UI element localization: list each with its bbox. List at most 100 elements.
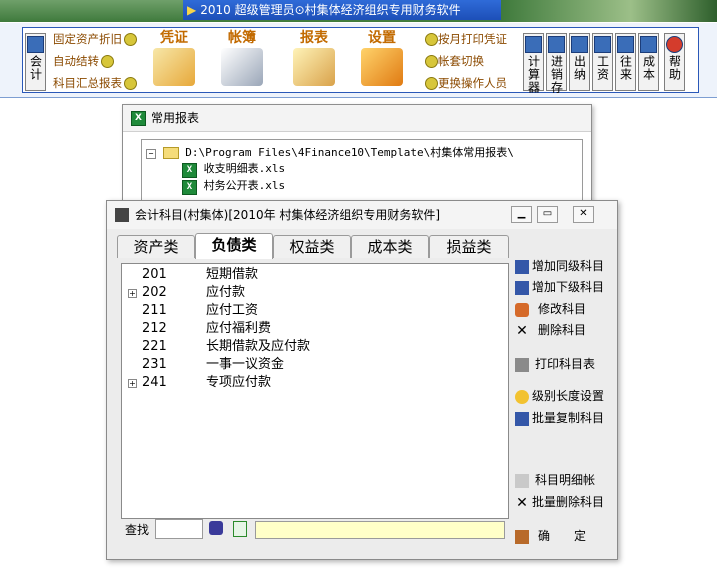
voucher-button[interactable]: 凭证 xyxy=(145,30,203,92)
settings-button[interactable]: 设置 xyxy=(353,30,411,92)
search-label: 查找 xyxy=(125,523,150,537)
title-decoration xyxy=(501,0,717,22)
close-icon xyxy=(666,36,683,53)
report-window-title: 常用报表 xyxy=(151,111,200,125)
print-voucher-button[interactable]: 按月打印凭证 xyxy=(423,31,507,47)
print-voucher-label: 按月打印凭证 xyxy=(438,32,507,46)
maximize-button[interactable]: ▭ xyxy=(537,206,558,223)
add-same-level-button[interactable]: 增加同级科目 xyxy=(515,257,604,275)
edit-account-button[interactable]: 修改科目 xyxy=(515,300,586,318)
list-item[interactable]: 221 长期借款及应付款 xyxy=(122,338,502,356)
tab-profit-loss[interactable]: 损益类 xyxy=(429,235,509,258)
refresh-icon[interactable] xyxy=(233,521,247,537)
tab-liabilities[interactable]: 负债类 xyxy=(195,233,273,259)
add-sub-level-button[interactable]: 增加下级科目 xyxy=(515,278,604,296)
calculator-icon xyxy=(525,36,542,53)
cost-button[interactable]: 成本 xyxy=(638,33,659,91)
tab-cost[interactable]: 成本类 xyxy=(351,235,429,258)
summary-report-label: 科目汇总报表 xyxy=(53,76,122,90)
help-label: 帮助 xyxy=(667,55,682,81)
settings-label: 设置 xyxy=(368,30,396,46)
arrow-icon xyxy=(425,77,438,90)
payroll-button[interactable]: 工资 xyxy=(592,33,613,91)
add-same-icon xyxy=(515,259,529,274)
printer-icon xyxy=(515,357,529,372)
tree-folder[interactable]: − D:\Program Files\4Finance10\Template\村… xyxy=(146,144,514,160)
account-code: 201 xyxy=(142,267,167,282)
report-file-item[interactable]: X 村务公开表.xls xyxy=(182,177,285,195)
inventory-button[interactable]: 进销存 xyxy=(546,33,567,94)
report-button[interactable]: 报表 xyxy=(285,30,343,92)
main-toolbar: 会计 固定资产折旧 自动结转 科目汇总报表 凭证 帐簿 报表 设置 按月打印凭证… xyxy=(0,22,717,98)
level-setting-label: 级别长度设置 xyxy=(532,389,605,403)
excel-icon: X xyxy=(182,163,197,178)
tree-app-icon xyxy=(115,208,129,222)
batch-delete-label: 批量删除科目 xyxy=(532,495,605,509)
account-name: 应付款 xyxy=(206,285,246,300)
account-code: 212 xyxy=(142,321,167,336)
delete-account-button[interactable]: ✕ 删除科目 xyxy=(515,321,586,339)
list-item[interactable]: 212 应付福利费 xyxy=(122,320,502,338)
list-item[interactable]: 231 一事一议资金 xyxy=(122,356,502,374)
batch-delete-button[interactable]: ✕ 批量删除科目 xyxy=(515,493,604,511)
ok-button[interactable]: 确 定 xyxy=(515,527,586,545)
toolbar-frame: 会计 固定资产折旧 自动结转 科目汇总报表 凭证 帐簿 报表 设置 按月打印凭证… xyxy=(22,27,699,94)
account-code: 221 xyxy=(142,339,167,354)
arrow-icon xyxy=(124,77,137,90)
list-item[interactable]: 211 应付工资 xyxy=(122,302,502,320)
main-window-header: 会计科目(村集体)[2010年 村集体经济组织专用财务软件] ▁ ▭ ✕ xyxy=(107,201,617,229)
tab-assets[interactable]: 资产类 xyxy=(117,235,195,258)
magnifier-icon xyxy=(515,473,529,488)
tab-equity[interactable]: 权益类 xyxy=(273,235,351,258)
app-title-text: 2010 超级管理员⊙村集体经济组织专用财务软件 xyxy=(200,3,461,17)
print-account-button[interactable]: 打印科目表 xyxy=(515,355,595,373)
receivables-label: 往来 xyxy=(618,55,633,81)
edit-label: 修改科目 xyxy=(538,302,587,316)
receivables-button[interactable]: 往来 xyxy=(615,33,636,91)
arrow-icon xyxy=(425,33,438,46)
minimize-button[interactable]: ▁ xyxy=(511,206,532,223)
cashier-button[interactable]: 出纳 xyxy=(569,33,590,91)
print-label: 打印科目表 xyxy=(535,357,596,371)
collapse-icon[interactable]: − xyxy=(146,149,156,159)
delete-icon: ✕ xyxy=(516,494,528,511)
accountant-icon xyxy=(27,36,44,53)
list-item[interactable]: +202 应付款 xyxy=(122,284,502,302)
report-icon xyxy=(293,48,335,86)
expand-icon[interactable]: + xyxy=(128,379,137,388)
account-name: 短期借款 xyxy=(206,267,259,282)
change-operator-button[interactable]: 更换操作人员 xyxy=(423,75,507,91)
search-input[interactable] xyxy=(155,519,203,539)
account-name: 长期借款及应付款 xyxy=(206,339,311,354)
summary-report-button[interactable]: 科目汇总报表 xyxy=(53,75,137,91)
app-title: ▶ 2010 超级管理员⊙村集体经济组织专用财务软件 xyxy=(183,0,501,20)
switch-account-button[interactable]: 帐套切换 xyxy=(423,53,484,69)
arrow-icon xyxy=(101,55,114,68)
help-button[interactable]: 帮助 xyxy=(664,33,685,91)
search-icon[interactable] xyxy=(209,521,223,535)
ledger-button[interactable]: 帐簿 xyxy=(213,30,271,92)
depreciation-button[interactable]: 固定资产折旧 xyxy=(53,31,137,47)
auto-carryover-button[interactable]: 自动结转 xyxy=(53,53,114,69)
report-file-item[interactable]: X 收支明细表.xls xyxy=(182,160,285,178)
level-setting-button[interactable]: 级别长度设置 xyxy=(515,387,604,405)
list-item[interactable]: 201 短期借款 xyxy=(122,266,502,284)
close-button[interactable]: ✕ xyxy=(573,206,594,223)
cashier-label: 出纳 xyxy=(572,55,587,81)
delete-label: 删除科目 xyxy=(538,323,587,337)
lightbulb-icon xyxy=(515,389,529,404)
batch-copy-button[interactable]: 批量复制科目 xyxy=(515,409,604,427)
accounting-button[interactable]: 会计 xyxy=(25,33,46,91)
list-item[interactable]: +241 专项应付款 xyxy=(122,374,502,392)
expand-icon[interactable]: + xyxy=(128,289,137,298)
account-detail-button[interactable]: 科目明细帐 xyxy=(515,471,595,489)
batch-copy-label: 批量复制科目 xyxy=(532,411,605,425)
add-sub-label: 增加下级科目 xyxy=(532,280,605,294)
eraser-icon xyxy=(515,302,529,317)
tools-icon xyxy=(361,48,403,86)
calculator-button[interactable]: 计算器 xyxy=(523,33,544,94)
report-file-label: 收支明细表.xls xyxy=(203,162,286,175)
account-code: 211 xyxy=(142,303,167,318)
account-name: 一事一议资金 xyxy=(206,357,285,372)
depreciation-label: 固定资产折旧 xyxy=(53,32,122,46)
